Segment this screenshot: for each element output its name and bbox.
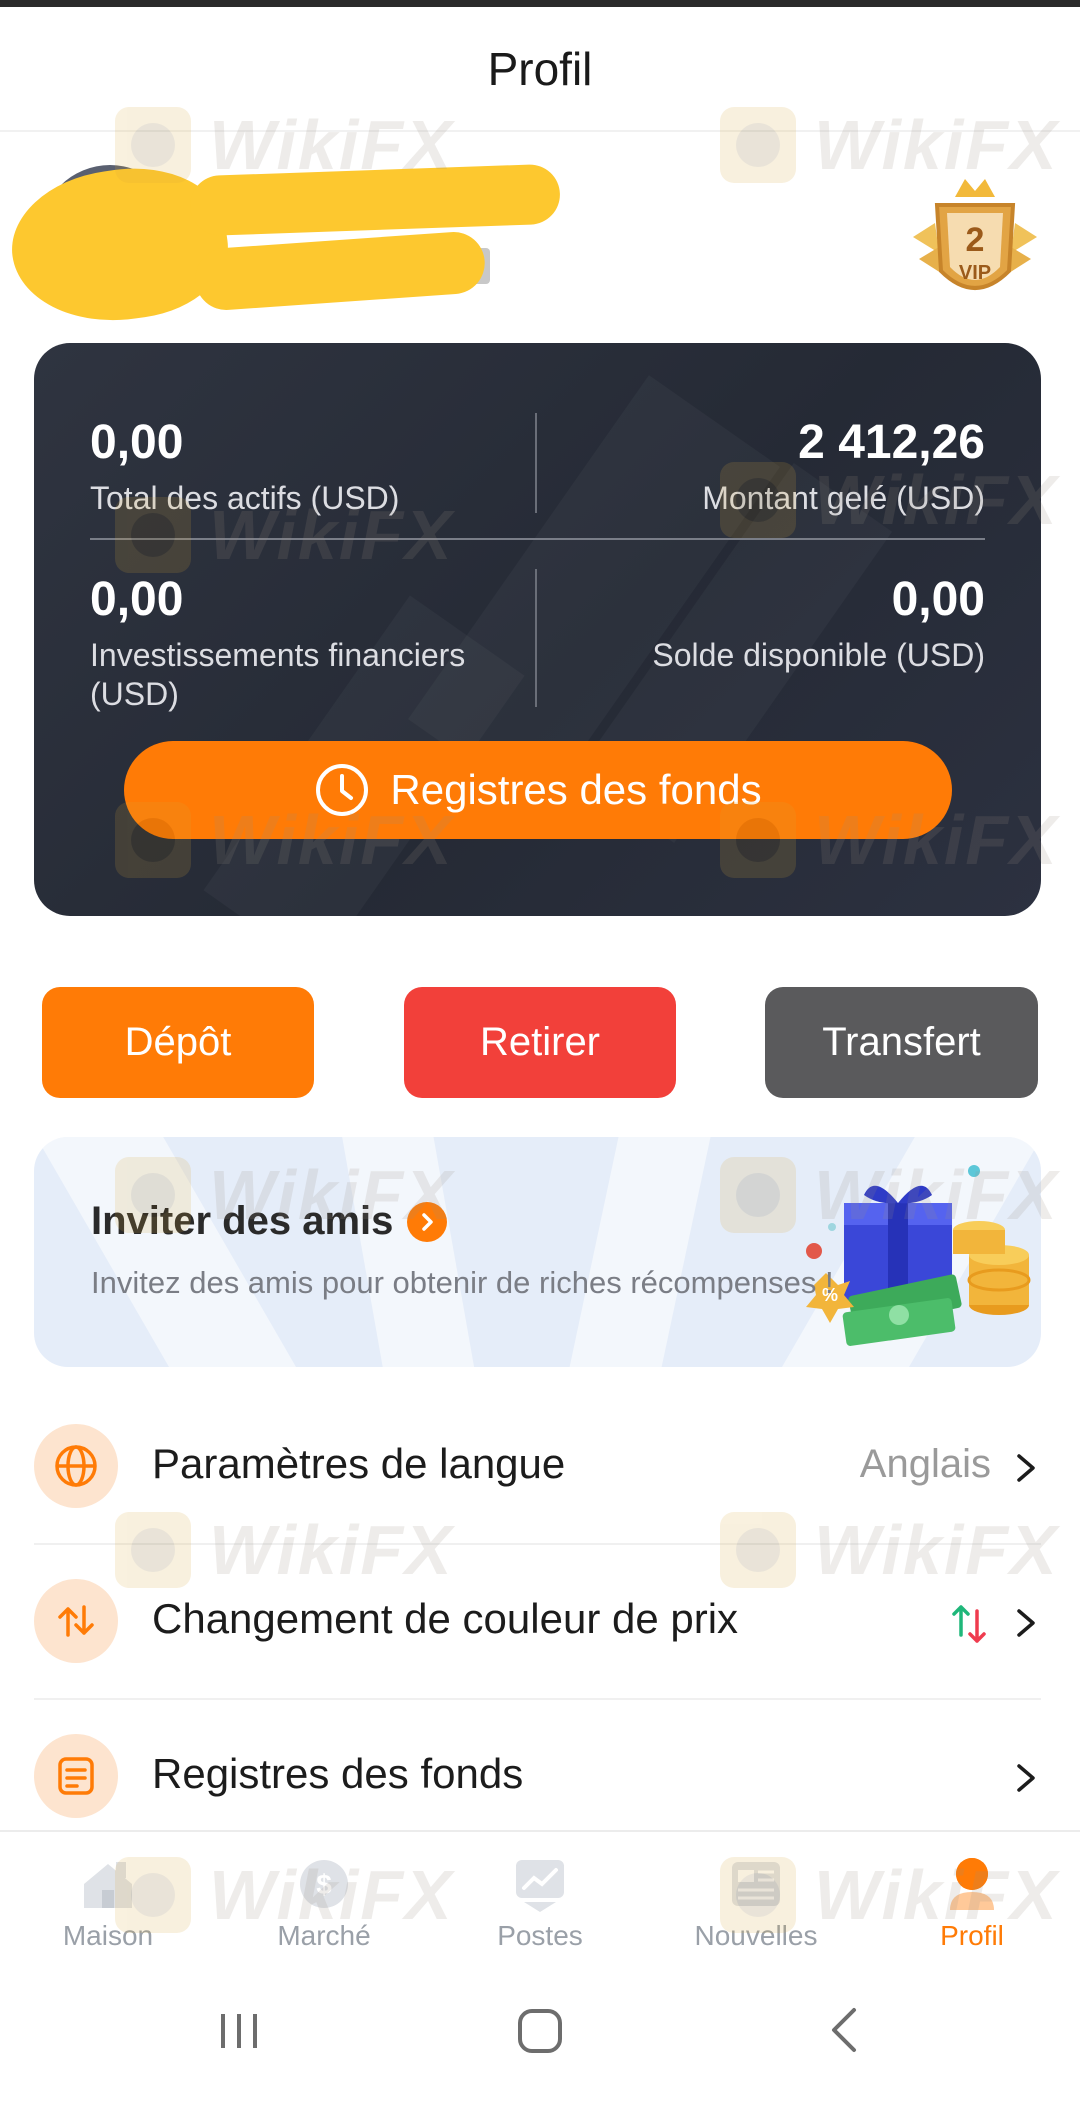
fund-records-button-label: Registres des fonds	[390, 766, 762, 813]
frozen-amount-value: 2 412,26	[798, 416, 985, 469]
document-icon	[34, 1734, 118, 1818]
frozen-amount: 2 412,26 Montant gelé (USD)	[545, 419, 985, 518]
redaction-scribble	[189, 163, 561, 237]
status-bar	[0, 0, 1080, 7]
clock-icon	[316, 764, 369, 816]
chevron-right-icon	[1017, 1454, 1035, 1482]
nav-label: Postes	[497, 1920, 583, 1951]
home-button-icon[interactable]	[515, 2000, 565, 2060]
available-balance-label: Solde disponible (USD)	[652, 637, 985, 673]
asset-card: 0,00 Total des actifs (USD) 2 412,26 Mon…	[34, 343, 1041, 916]
price-color-label: Changement de couleur de prix	[152, 1595, 739, 1642]
positions-icon	[516, 1860, 564, 1912]
transfer-button[interactable]: Transfert	[765, 987, 1038, 1098]
invite-friends-banner[interactable]: Inviter des amis % Invitez des amis pour…	[34, 1137, 1041, 1367]
svg-text:$: $	[316, 1869, 332, 1900]
nav-label: Nouvelles	[694, 1920, 818, 1951]
arrow-right-icon	[407, 1201, 448, 1242]
svg-text:VIP: VIP	[959, 262, 991, 284]
banner-ray	[41, 1137, 297, 1367]
nav-item-market[interactable]: $ Marché	[216, 1832, 432, 1972]
market-icon: $	[300, 1860, 348, 1908]
nav-item-home[interactable]: Maison	[0, 1832, 216, 1972]
home-icon	[84, 1862, 132, 1908]
available-balance: 0,00 Solde disponible (USD)	[545, 576, 985, 675]
divider	[535, 569, 537, 707]
chevron-right-icon	[1017, 1609, 1035, 1637]
language-settings-item[interactable]: Paramètres de langue Anglais	[34, 1390, 1041, 1545]
back-icon[interactable]	[820, 2000, 870, 2060]
frozen-amount-label: Montant gelé (USD)	[702, 480, 985, 516]
redaction-scribble	[193, 229, 487, 313]
bottom-navigation: Maison $ Marché Postes Nouvelles Profil	[0, 1830, 1080, 1970]
page-title: Profil	[487, 42, 593, 95]
price-color-item[interactable]: Changement de couleur de prix	[34, 1545, 1041, 1700]
up-down-color-icon	[952, 1605, 986, 1643]
nav-label: Marché	[277, 1920, 371, 1951]
total-assets-value: 0,00	[90, 416, 184, 469]
available-balance-value: 0,00	[891, 573, 985, 626]
nav-item-positions[interactable]: Postes	[432, 1832, 648, 1972]
profile-row: 2 VIP	[0, 140, 1080, 335]
divider	[535, 413, 537, 513]
fund-records-button[interactable]: Registres des fonds	[124, 741, 952, 839]
top-header: Profil	[0, 7, 1080, 132]
banner-ray	[336, 1137, 482, 1367]
nav-item-profile[interactable]: Profil	[864, 1832, 1080, 1972]
nav-item-news[interactable]: Nouvelles	[648, 1832, 864, 1972]
svg-text:2: 2	[966, 221, 985, 259]
banner-ray	[561, 1137, 717, 1367]
invite-title: Inviter des amis	[91, 1199, 448, 1244]
language-current-value: Anglais	[859, 1442, 991, 1486]
globe-icon	[34, 1424, 118, 1508]
total-assets-label: Total des actifs (USD)	[90, 480, 400, 516]
system-navigation-bar	[0, 1970, 1080, 2107]
invite-subtitle: Invitez des amis pour obtenir de riches …	[91, 1265, 834, 1300]
financial-investments: 0,00 Investissements financiers (USD)	[90, 576, 510, 714]
chevron-right-icon	[1017, 1764, 1035, 1792]
withdraw-button[interactable]: Retirer	[404, 987, 676, 1098]
news-icon	[732, 1862, 780, 1906]
profile-icon	[950, 1858, 994, 1910]
fund-records-label: Registres des fonds	[152, 1750, 524, 1797]
financial-investments-value: 0,00	[90, 573, 184, 626]
swap-arrows-icon	[34, 1579, 118, 1663]
deposit-button[interactable]: Dépôt	[42, 987, 314, 1098]
language-settings-label: Paramètres de langue	[152, 1440, 566, 1487]
nav-label: Maison	[62, 1920, 154, 1951]
recent-apps-icon[interactable]	[215, 2000, 265, 2060]
nav-label: Profil	[940, 1920, 1004, 1951]
divider	[90, 538, 985, 540]
gift-illustration-icon: %	[806, 1165, 1031, 1346]
financial-investments-label: Investissements financiers (USD)	[90, 637, 466, 713]
vip-badge-icon[interactable]: 2 VIP	[905, 175, 1045, 325]
total-assets: 0,00 Total des actifs (USD)	[90, 419, 510, 518]
invite-title-text: Inviter des amis	[91, 1199, 394, 1243]
